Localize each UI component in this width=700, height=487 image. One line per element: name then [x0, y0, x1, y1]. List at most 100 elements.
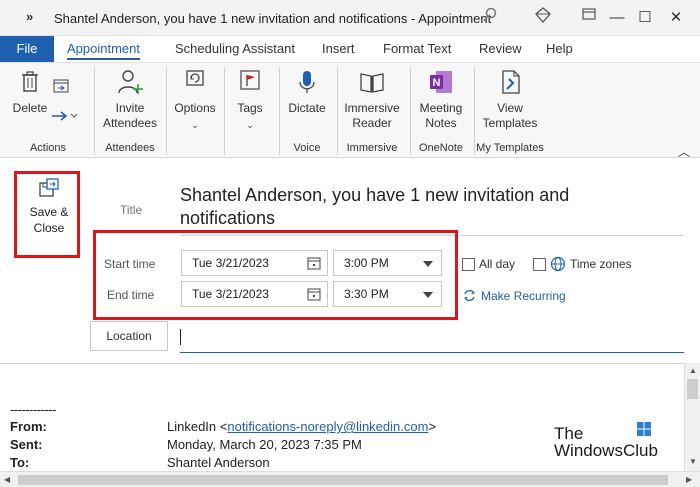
tab-review[interactable]: Review — [479, 36, 522, 62]
search-icon[interactable] — [478, 6, 502, 30]
vertical-scrollbar[interactable]: ▲ ▼ — [684, 363, 700, 471]
title-bar: » Shantel Anderson, you have 1 new invit… — [0, 0, 700, 36]
tab-format-text[interactable]: Format Text — [383, 36, 451, 62]
tab-file[interactable]: File — [0, 36, 54, 62]
microphone-icon — [299, 71, 315, 93]
onenote-icon: N — [430, 71, 452, 93]
notes-label: Notes — [425, 116, 457, 130]
add-person-icon — [118, 70, 143, 94]
end-date-value: Tue 3/21/2023 — [192, 287, 269, 301]
group-separator — [279, 67, 280, 155]
meeting-notes-button[interactable]: N Meeting Notes — [414, 67, 468, 131]
reader-label: Reader — [352, 116, 392, 130]
vertical-scroll-thumb[interactable] — [687, 379, 698, 399]
templates-label: Templates — [482, 116, 538, 130]
from-value: LinkedIn <notifications-noreply@linkedin… — [167, 419, 436, 434]
calendar-forward-icon[interactable] — [52, 77, 70, 95]
view-label: View — [497, 101, 523, 115]
maximize-button[interactable]: ☐ — [632, 6, 658, 30]
group-voice: Voice — [293, 142, 321, 154]
scroll-up-icon[interactable]: ▲ — [689, 366, 697, 375]
minimize-button[interactable]: — — [604, 6, 630, 30]
options-label: Options — [174, 101, 216, 115]
make-recurring-link[interactable]: Make Recurring — [481, 289, 566, 303]
time-zones-label: Time zones — [570, 257, 632, 271]
immersive-label: Immersive — [344, 101, 400, 115]
group-separator — [166, 67, 167, 155]
ribbon: Delete Actions Invite Attendees Attendee… — [0, 62, 700, 159]
delete-button[interactable]: Delete — [10, 67, 50, 116]
calendar-icon[interactable] — [307, 287, 321, 301]
appointment-form: Save & Close Title Shantel Anderson, you… — [0, 158, 700, 363]
scroll-right-icon[interactable]: ▶ — [686, 475, 692, 484]
forward-arrow-icon[interactable] — [50, 109, 78, 123]
chevron-down-icon: ⌄ — [246, 120, 254, 130]
ribbon-display-icon[interactable] — [577, 6, 601, 30]
to-label: To: — [10, 455, 30, 470]
dropdown-arrow-icon — [423, 261, 433, 267]
scroll-left-icon[interactable]: ◀ — [4, 475, 10, 484]
watermark-line-2: WindowsClub — [554, 441, 658, 460]
group-immersive: Immersive — [346, 142, 398, 154]
sent-label: Sent: — [10, 437, 43, 452]
end-time-value: 3:30 PM — [344, 287, 389, 301]
location-input[interactable] — [180, 323, 684, 353]
immersive-reader-button[interactable]: Immersive Reader — [340, 67, 404, 131]
recurring-icon[interactable] — [462, 288, 477, 303]
windows-logo-icon — [637, 422, 651, 436]
dictate-label: Dictate — [288, 101, 326, 115]
watermark-logo: The WindowsClub — [554, 422, 658, 460]
ribbon-tabs: File Appointment Scheduling Assistant In… — [0, 36, 700, 62]
text-caret — [180, 329, 181, 345]
horizontal-scrollbar[interactable]: ◀ ▶ — [0, 471, 700, 487]
delete-label: Delete — [12, 101, 48, 115]
tab-appointment[interactable]: Appointment — [67, 36, 140, 62]
flag-icon — [240, 70, 260, 90]
tab-scheduling-assistant[interactable]: Scheduling Assistant — [175, 36, 295, 62]
svg-text:N: N — [433, 77, 441, 89]
end-time-label: End time — [107, 288, 155, 302]
end-date-field[interactable]: Tue 3/21/2023 — [181, 281, 328, 307]
globe-icon — [550, 256, 566, 272]
diamond-icon[interactable] — [531, 6, 555, 30]
invite-attendees-button[interactable]: Invite Attendees — [100, 67, 160, 131]
all-day-checkbox[interactable] — [462, 258, 475, 271]
dictate-button[interactable]: Dictate — [284, 67, 330, 116]
group-separator — [337, 67, 338, 155]
to-value: Shantel Anderson — [167, 455, 270, 470]
time-zones-checkbox[interactable] — [533, 258, 546, 271]
horizontal-scroll-thumb[interactable] — [18, 475, 668, 485]
quick-access-overflow[interactable]: » — [26, 9, 33, 24]
scroll-down-icon[interactable]: ▼ — [689, 457, 697, 466]
book-icon — [360, 73, 384, 93]
template-icon — [502, 70, 520, 94]
location-button[interactable]: Location — [90, 321, 168, 351]
start-time-label: Start time — [104, 257, 156, 271]
group-actions: Actions — [29, 142, 67, 154]
subject-input[interactable]: Shantel Anderson, you have 1 new invitat… — [180, 184, 660, 230]
all-day-label: All day — [479, 257, 516, 271]
group-my-templates: My Templates — [476, 142, 544, 154]
meeting-label: Meeting — [419, 101, 463, 115]
close-button[interactable]: ✕ — [663, 6, 689, 30]
chevron-down-icon: ⌄ — [191, 120, 199, 130]
view-templates-button[interactable]: View Templates — [478, 67, 542, 131]
tab-help[interactable]: Help — [546, 36, 573, 62]
start-time-value: 3:00 PM — [344, 256, 389, 270]
tab-insert[interactable]: Insert — [322, 36, 355, 62]
separator-line: ------------ — [10, 402, 56, 417]
end-time-select[interactable]: 3:30 PM — [333, 281, 442, 307]
from-name: LinkedIn < — [167, 419, 228, 434]
group-onenote: OneNote — [418, 142, 464, 154]
start-date-field[interactable]: Tue 3/21/2023 — [181, 250, 328, 276]
from-email-link[interactable]: notifications-noreply@linkedin.com — [227, 419, 428, 434]
calendar-icon[interactable] — [307, 256, 321, 270]
options-button[interactable]: Options ⌄ — [172, 67, 218, 133]
group-attendees: Attendees — [105, 142, 155, 154]
trash-icon — [22, 71, 38, 92]
tags-button[interactable]: Tags ⌄ — [230, 67, 270, 133]
attendees-label: Attendees — [102, 116, 158, 130]
title-label: Title — [120, 203, 143, 217]
group-separator — [224, 67, 225, 155]
start-time-select[interactable]: 3:00 PM — [333, 250, 442, 276]
